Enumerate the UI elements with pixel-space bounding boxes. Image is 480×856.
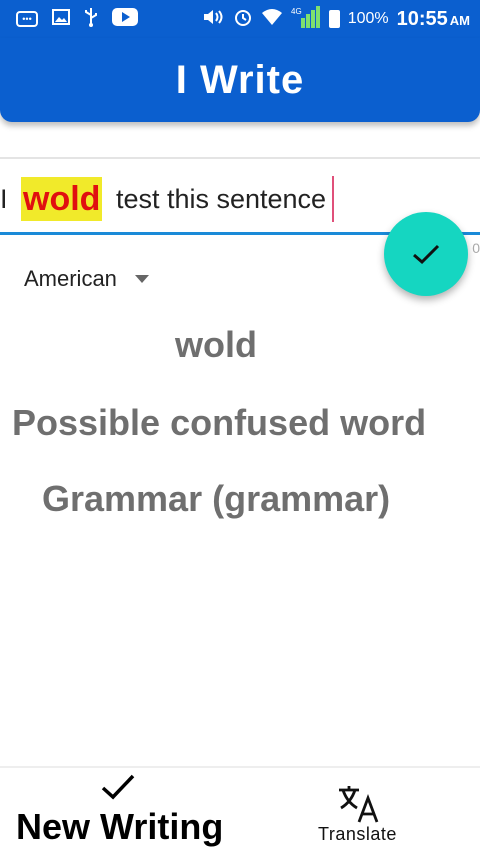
image-icon bbox=[52, 9, 70, 29]
highlighted-error-word[interactable]: wold bbox=[21, 176, 103, 222]
youtube-icon bbox=[112, 8, 138, 30]
clock-time: 10:55 bbox=[396, 7, 448, 30]
text-caret bbox=[332, 176, 335, 222]
battery-percent: 100% bbox=[347, 10, 389, 27]
translate-icon bbox=[339, 786, 379, 823]
signal-icon: 4G bbox=[291, 6, 321, 32]
check-button[interactable] bbox=[384, 212, 468, 296]
chat-icon: ••• bbox=[16, 11, 38, 27]
nav-translate[interactable]: Translate bbox=[300, 768, 420, 856]
app-bar: I Write bbox=[0, 38, 480, 122]
status-bar: ••• 4G 100% 10:55 AM bbox=[0, 0, 480, 38]
volume-icon bbox=[203, 8, 225, 30]
svg-text:4G: 4G bbox=[291, 7, 302, 16]
wifi-icon bbox=[261, 8, 283, 30]
flagged-word: wold bbox=[175, 324, 257, 365]
usb-icon bbox=[84, 7, 98, 31]
battery-icon bbox=[328, 10, 340, 28]
nav-translate-label: Translate bbox=[318, 824, 397, 844]
editor-text-before: I bbox=[0, 183, 16, 214]
check-icon bbox=[413, 244, 440, 265]
bottom-navigation: New Writing Translate bbox=[0, 766, 480, 856]
check-icon bbox=[101, 774, 135, 800]
suggestion-message: Possible confused word bbox=[12, 402, 427, 443]
clock-ampm: AM bbox=[449, 12, 470, 28]
alarm-icon bbox=[233, 7, 253, 31]
language-dropdown[interactable]: American bbox=[24, 262, 149, 296]
nav-new-writing-label: New Writing bbox=[16, 806, 224, 847]
app-title: I Write bbox=[175, 57, 305, 102]
dropdown-arrow-icon bbox=[134, 275, 149, 283]
divider bbox=[0, 157, 480, 159]
language-selected: American bbox=[24, 266, 117, 291]
nav-new-writing[interactable]: New Writing bbox=[0, 768, 240, 856]
character-counter: 0 bbox=[472, 240, 480, 256]
editor-text-after: test this sentence bbox=[108, 183, 327, 214]
suggestion-category: Grammar (grammar) bbox=[42, 478, 391, 519]
